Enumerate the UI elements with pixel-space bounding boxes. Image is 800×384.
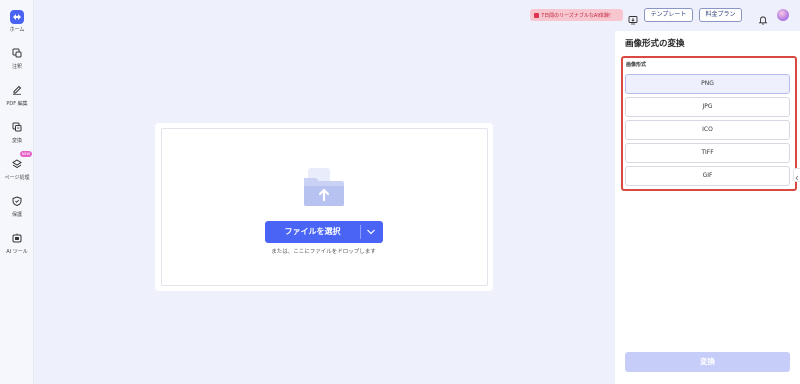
gift-icon (534, 12, 539, 18)
bell-icon[interactable] (758, 10, 768, 25)
sidebar-item-page-processing[interactable]: ページ処理 (0, 174, 34, 181)
new-badge: NEW (20, 151, 32, 157)
sidebar-item-pdf-edit[interactable]: PDF 編集 (0, 100, 34, 107)
format-option-ico[interactable]: ICO (625, 120, 790, 140)
button-divider (360, 225, 361, 239)
convert-button[interactable]: 変換 (625, 352, 790, 372)
sidebar-item-annotate[interactable]: 注釈 (0, 63, 34, 70)
panel-title: 画像形式の変換 (625, 39, 685, 49)
format-label: 画像形式 (626, 62, 647, 68)
download-icon[interactable] (628, 10, 638, 25)
sidebar-item-ai-tools[interactable]: AI ツール (0, 248, 34, 255)
convert-icon[interactable] (12, 122, 22, 132)
ai-tool-icon[interactable] (12, 233, 22, 243)
pricing-button[interactable]: 料金プラン (699, 8, 742, 22)
annotate-icon[interactable] (12, 48, 22, 58)
format-option-gif[interactable]: GIF (625, 166, 790, 186)
promo-banner[interactable]: 7日間のリーズナブルなAI体験! (530, 9, 623, 21)
select-file-button[interactable]: ファイルを選択 (265, 221, 383, 243)
sidebar-item-convert[interactable]: 変換 (0, 137, 34, 144)
home-logo-icon[interactable] (10, 10, 24, 24)
format-option-jpg[interactable]: JPG (625, 97, 790, 117)
layers-icon[interactable] (12, 159, 22, 169)
sidebar-item-protect[interactable]: 保護 (0, 211, 34, 218)
folder-upload-icon (302, 166, 346, 208)
select-file-label: ファイルを選択 (284, 227, 341, 236)
avatar[interactable] (777, 9, 789, 21)
sidebar-item-home[interactable]: ホーム (0, 26, 34, 33)
edit-icon[interactable] (12, 85, 22, 95)
format-option-png[interactable]: PNG (625, 74, 790, 94)
sidebar: ホーム 注釈 PDF 編集 変換 NEW ページ処理 保護 AI ツール (0, 0, 34, 384)
drop-hint: または、ここにファイルをドロップします (271, 249, 376, 255)
promo-text: 7日間のリーズナブルなAI体験! (541, 12, 611, 19)
collapse-panel-handle[interactable] (793, 168, 800, 182)
shield-icon[interactable] (12, 196, 22, 206)
chevron-down-icon[interactable] (366, 228, 376, 236)
format-option-tiff[interactable]: TIFF (625, 143, 790, 163)
template-button[interactable]: テンプレート (644, 8, 693, 22)
